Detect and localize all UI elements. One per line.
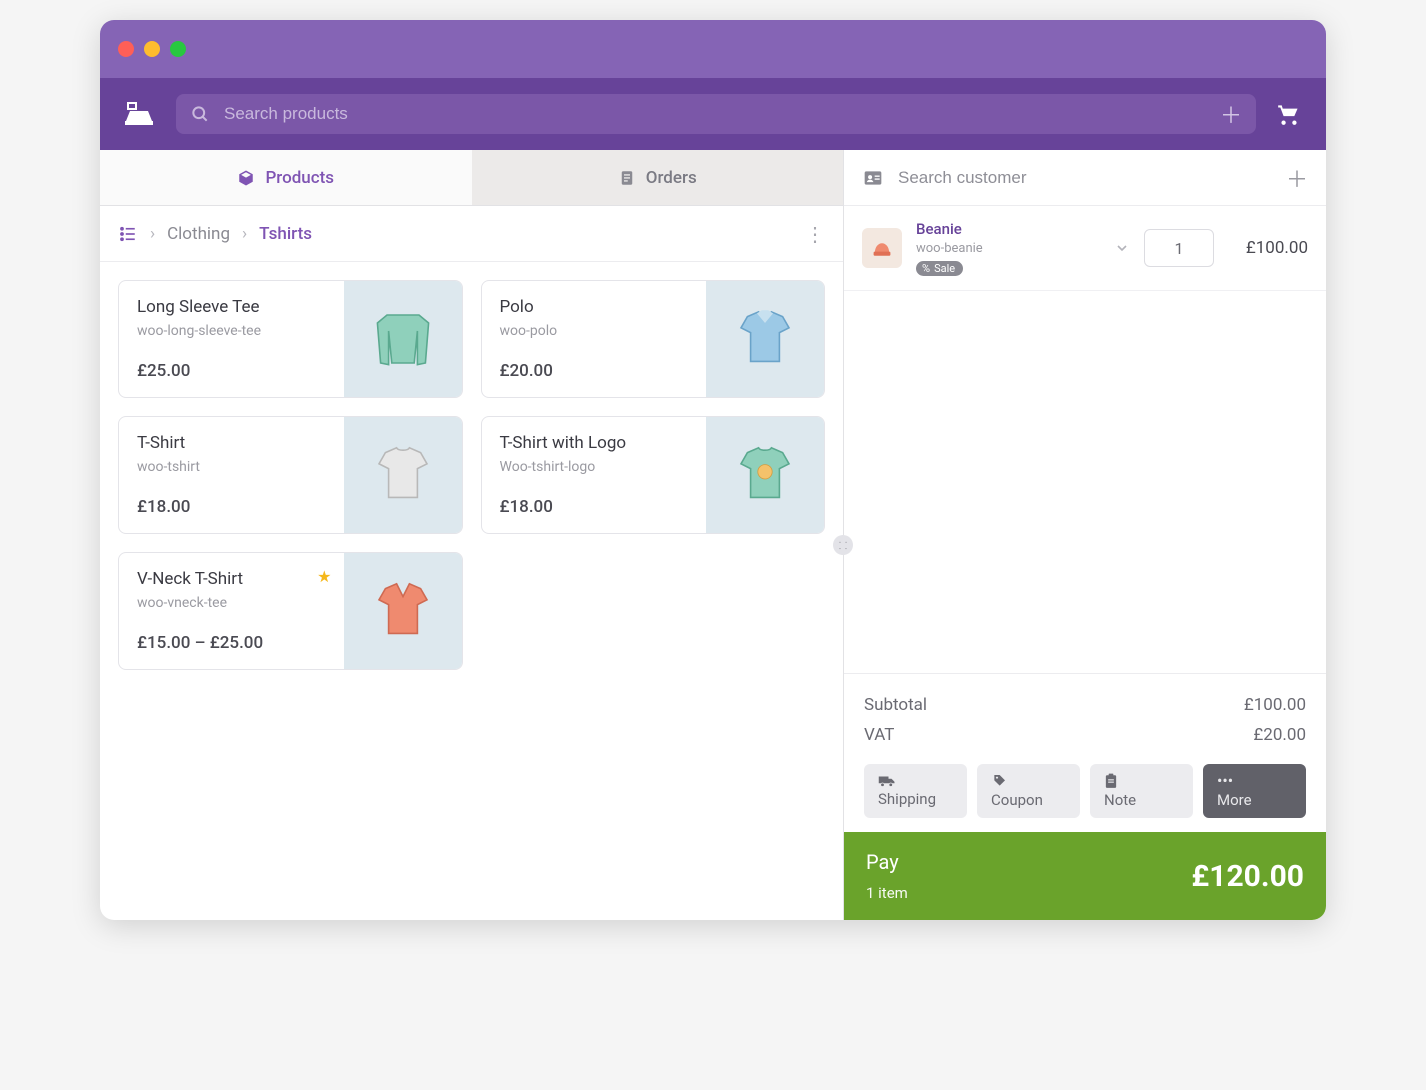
product-search-bar[interactable]: ＋ <box>176 94 1256 134</box>
product-image <box>706 417 824 533</box>
subtotal-value: £100.00 <box>1244 695 1306 715</box>
tab-products-label: Products <box>265 168 334 188</box>
product-name: V-Neck T-Shirt <box>137 569 326 589</box>
tab-products[interactable]: Products <box>100 150 472 205</box>
cart-line-sku: woo-beanie <box>916 241 1100 256</box>
expand-line-button[interactable] <box>1114 240 1130 256</box>
receipt-icon <box>618 169 636 187</box>
main-body: ⸬ Products Orders <box>100 150 1326 920</box>
close-window-button[interactable] <box>118 41 134 57</box>
product-price: £15.00 – £25.00 <box>137 633 326 653</box>
coupon-button[interactable]: Coupon <box>977 764 1080 818</box>
note-button[interactable]: Note <box>1090 764 1193 818</box>
tab-orders-label: Orders <box>646 168 697 188</box>
ellipsis-icon: ••• <box>1217 773 1233 789</box>
pay-label: Pay <box>866 850 908 874</box>
tabs: Products Orders <box>100 150 843 206</box>
app-window: ＋ ⸬ Products Ord <box>100 20 1326 920</box>
product-card[interactable]: T-Shirt woo-tshirt £18.00 <box>118 416 463 534</box>
product-card[interactable]: ★V-Neck T-Shirt woo-vneck-tee £15.00 – £25… <box>118 552 463 670</box>
product-price: £25.00 <box>137 361 326 381</box>
list-view-icon[interactable] <box>118 225 138 243</box>
cart-line: Beanie woo-beanie %Sale 1 £100.00 <box>844 206 1326 291</box>
product-search-input[interactable] <box>224 104 1206 124</box>
note-label: Note <box>1104 791 1136 809</box>
cart-line-name[interactable]: Beanie <box>916 220 1100 238</box>
vat-row: VAT £20.00 <box>864 720 1306 750</box>
product-sku: woo-vneck-tee <box>137 595 326 611</box>
left-pane: Products Orders › <box>100 150 844 920</box>
totals: Subtotal £100.00 VAT £20.00 <box>844 673 1326 764</box>
product-name: T-Shirt <box>137 433 326 453</box>
cart-actions: Shipping Coupon Note ••• More <box>844 764 1326 832</box>
truck-icon <box>878 774 896 788</box>
minimize-window-button[interactable] <box>144 41 160 57</box>
pane-resize-handle[interactable]: ⸬ <box>833 535 853 555</box>
more-label: More <box>1217 791 1252 809</box>
featured-star-icon: ★ <box>317 567 331 586</box>
product-card[interactable]: Polo woo-polo £20.00 <box>481 280 826 398</box>
product-price: £20.00 <box>500 361 689 381</box>
product-card[interactable]: Long Sleeve Tee woo-long-sleeve-tee £25.00 <box>118 280 463 398</box>
product-image <box>344 553 462 669</box>
toolbar: ＋ <box>100 78 1326 150</box>
subtotal-label: Subtotal <box>864 695 927 715</box>
vat-label: VAT <box>864 725 894 745</box>
pay-items: 1 item <box>866 884 908 902</box>
product-sku: woo-tshirt <box>137 459 326 475</box>
cart-lines: Beanie woo-beanie %Sale 1 £100.00 <box>844 206 1326 673</box>
product-sku: Woo-tshirt-logo <box>500 459 689 475</box>
product-image <box>706 281 824 397</box>
more-button[interactable]: ••• More <box>1203 764 1306 818</box>
subtotal-row: Subtotal £100.00 <box>864 690 1306 720</box>
clipboard-icon <box>1104 773 1118 789</box>
product-grid: Long Sleeve Tee woo-long-sleeve-tee £25.00… <box>100 262 843 688</box>
customer-icon <box>862 168 884 188</box>
product-card[interactable]: T-Shirt with Logo Woo-tshirt-logo £18.00 <box>481 416 826 534</box>
product-image <box>344 281 462 397</box>
chevron-right-icon: › <box>242 224 247 244</box>
chevron-right-icon: › <box>150 224 155 244</box>
tab-orders[interactable]: Orders <box>472 150 844 205</box>
search-icon <box>190 104 210 124</box>
register-icon <box>124 101 156 127</box>
customer-search-row: ＋ <box>844 150 1326 206</box>
cart-pane: ＋ Beanie woo-beanie %Sale 1 £100.00 Subtotal… <box>844 150 1326 920</box>
shipping-button[interactable]: Shipping <box>864 764 967 818</box>
product-name: T-Shirt with Logo <box>500 433 689 453</box>
cart-line-thumb <box>862 228 902 268</box>
cart-line-price: £100.00 <box>1228 238 1308 258</box>
add-product-button[interactable]: ＋ <box>1220 98 1242 130</box>
pay-bar[interactable]: Pay 1 item £120.00 <box>844 832 1326 920</box>
product-name: Long Sleeve Tee <box>137 297 326 317</box>
product-name: Polo <box>500 297 689 317</box>
quantity-input[interactable]: 1 <box>1144 229 1214 267</box>
shipping-label: Shipping <box>878 790 936 808</box>
breadcrumb-current: Tshirts <box>259 224 312 244</box>
product-sku: woo-polo <box>500 323 689 339</box>
titlebar <box>100 20 1326 78</box>
box-icon <box>237 169 255 187</box>
product-sku: woo-long-sleeve-tee <box>137 323 326 339</box>
product-price: £18.00 <box>137 497 326 517</box>
more-options-button[interactable]: ⋮ <box>805 222 825 246</box>
percent-icon: % <box>922 262 930 275</box>
cart-icon[interactable] <box>1276 101 1302 127</box>
product-image <box>344 417 462 533</box>
breadcrumb-parent[interactable]: Clothing <box>167 224 230 244</box>
tag-icon <box>991 773 1007 789</box>
pay-amount: £120.00 <box>1191 859 1304 894</box>
customer-search-input[interactable] <box>898 168 1272 188</box>
window-controls <box>118 41 186 57</box>
breadcrumb: › Clothing › Tshirts ⋮ <box>100 206 843 262</box>
maximize-window-button[interactable] <box>170 41 186 57</box>
add-customer-button[interactable]: ＋ <box>1286 162 1308 194</box>
product-price: £18.00 <box>500 497 689 517</box>
sale-badge: %Sale <box>916 261 963 276</box>
vat-value: £20.00 <box>1253 725 1306 745</box>
coupon-label: Coupon <box>991 791 1043 809</box>
